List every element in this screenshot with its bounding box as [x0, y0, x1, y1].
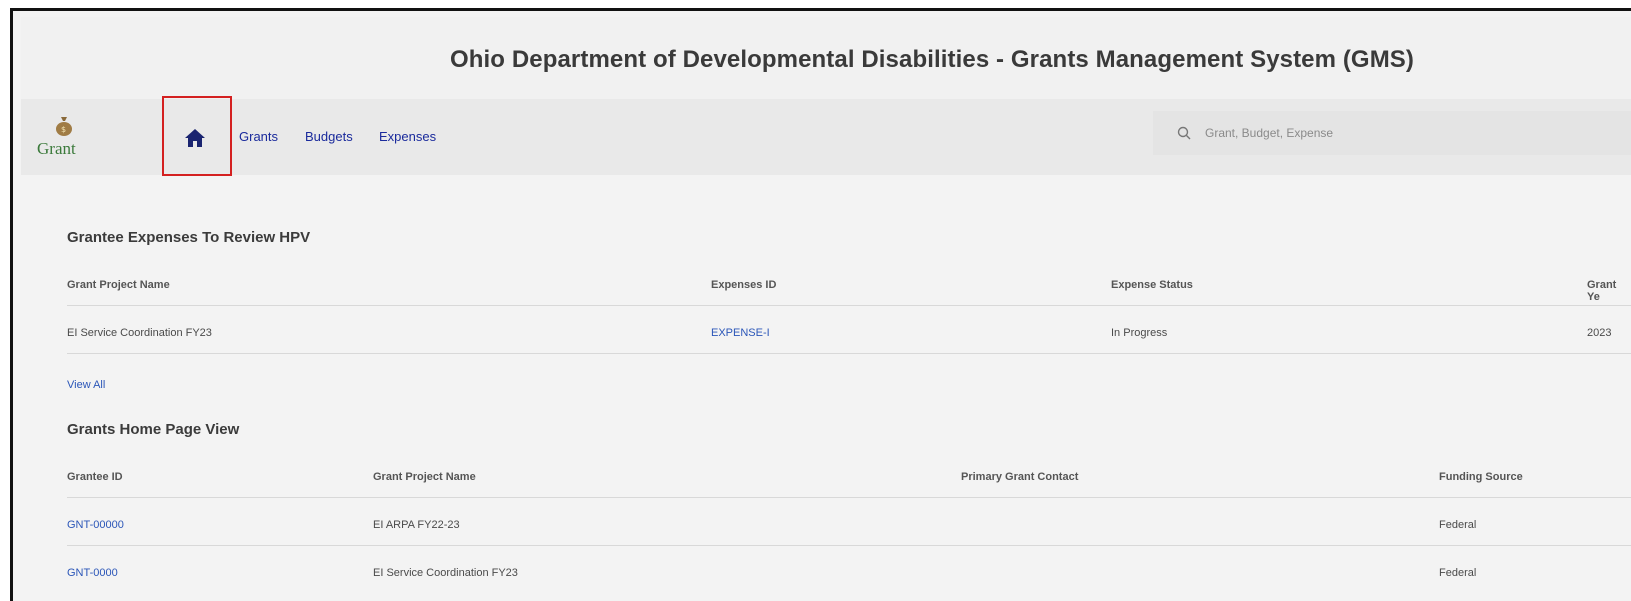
grantee-id-link[interactable]: GNT-00000: [67, 519, 124, 531]
nav-link-expenses[interactable]: Expenses: [379, 129, 436, 144]
col-header-grant-year[interactable]: Grant Ye: [1587, 279, 1631, 303]
row-divider: [67, 305, 1631, 306]
expense-status: In Progress: [1111, 327, 1168, 339]
site-title: Ohio Department of Developmental Disabil…: [450, 46, 1414, 73]
app-content: Ohio Department of Developmental Disabil…: [21, 17, 1631, 601]
col-header-grantee-id[interactable]: Grantee ID: [67, 471, 123, 483]
nav-link-grants[interactable]: Grants: [239, 129, 278, 144]
expense-grant-project-name: EI Service Coordination FY23: [67, 327, 212, 339]
logo-text: Grant: [37, 139, 76, 158]
expense-id-link[interactable]: EXPENSE-I: [711, 327, 770, 339]
money-bag-icon: $: [56, 117, 72, 136]
col-header-primary-grant-contact[interactable]: Primary Grant Contact: [961, 471, 1078, 483]
col-header-grant-project-name[interactable]: Grant Project Name: [373, 471, 476, 483]
grants-section-title: Grants Home Page View: [67, 421, 240, 438]
nav-bar: $ Grant Grants Budgets Expenses: [21, 96, 1631, 176]
col-header-expenses-id[interactable]: Expenses ID: [711, 279, 776, 291]
grant-project-name: EI ARPA FY22-23: [373, 519, 460, 531]
search-box: [1153, 111, 1631, 155]
app-frame: Ohio Department of Developmental Disabil…: [10, 8, 1631, 601]
search-icon: [1177, 126, 1191, 140]
grant-project-name: EI Service Coordination FY23: [373, 567, 518, 579]
view-all-link[interactable]: View All: [67, 379, 105, 391]
row-divider: [67, 497, 1631, 498]
col-header-expense-status[interactable]: Expense Status: [1111, 279, 1193, 291]
title-bar: Ohio Department of Developmental Disabil…: [21, 17, 1631, 99]
funding-source: Federal: [1439, 519, 1477, 531]
expense-grant-year: 2023: [1587, 327, 1612, 339]
nav-link-budgets[interactable]: Budgets: [305, 129, 353, 144]
expenses-section-title: Grantee Expenses To Review HPV: [67, 229, 311, 246]
row-divider: [67, 353, 1631, 354]
col-header-grant-project-name[interactable]: Grant Project Name: [67, 279, 170, 291]
grantee-id-link[interactable]: GNT-0000: [67, 567, 118, 579]
funding-source: Federal: [1439, 567, 1477, 579]
home-icon[interactable]: [184, 128, 206, 148]
col-header-funding-source[interactable]: Funding Source: [1439, 471, 1523, 483]
row-divider: [67, 545, 1631, 546]
search-input[interactable]: [1205, 126, 1585, 140]
grant-logo[interactable]: $ Grant: [35, 109, 91, 165]
svg-text:$: $: [61, 125, 66, 134]
